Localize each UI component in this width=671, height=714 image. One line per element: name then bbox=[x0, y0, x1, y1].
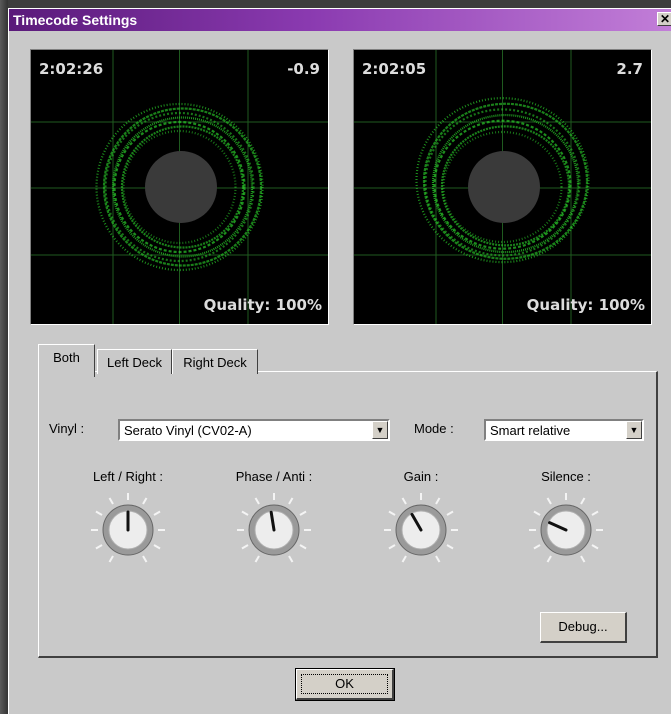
knob-tick bbox=[591, 510, 599, 516]
right-scope-pitch-value: 2.7 bbox=[616, 60, 643, 78]
window-title: Timecode Settings bbox=[13, 12, 138, 28]
knob-tick bbox=[95, 544, 103, 550]
right-scope-time: 2:02:05 bbox=[362, 60, 427, 78]
phase-anti-knob[interactable] bbox=[234, 490, 314, 570]
mode-label: Mode : bbox=[414, 421, 454, 436]
knob-tick bbox=[580, 497, 586, 505]
knob-tick bbox=[435, 497, 441, 505]
tab-left-deck[interactable]: Left Deck bbox=[97, 349, 172, 374]
gain-knob[interactable] bbox=[381, 490, 461, 570]
knob-tick bbox=[546, 497, 552, 505]
mode-select-value: Smart relative bbox=[490, 423, 571, 438]
knob-tick bbox=[401, 555, 407, 563]
knob-tick bbox=[546, 555, 552, 563]
settings-panel: Vinyl : Serato Vinyl (CV02-A) ▼ Mode : S… bbox=[38, 371, 658, 658]
debug-button-label: Debug... bbox=[558, 619, 608, 634]
ok-button[interactable]: OK bbox=[295, 668, 395, 701]
close-button[interactable]: ✕ bbox=[657, 12, 671, 26]
tab-right-deck-label: Right Deck bbox=[183, 355, 247, 370]
knob-tick bbox=[288, 497, 294, 505]
silence-knob-label: Silence : bbox=[541, 469, 591, 484]
debug-button[interactable]: Debug... bbox=[540, 612, 627, 643]
chevron-down-icon[interactable]: ▼ bbox=[626, 421, 642, 439]
vinyl-select[interactable]: Serato Vinyl (CV02-A) ▼ bbox=[118, 419, 390, 441]
left-deck-scope: 2:02:26 -0.9 Quality: 100% bbox=[30, 49, 329, 325]
mode-select[interactable]: Smart relative ▼ bbox=[484, 419, 644, 441]
desktop-background bbox=[0, 0, 8, 714]
knob-tick bbox=[388, 544, 396, 550]
knob-tick bbox=[108, 555, 114, 563]
knob-tick bbox=[142, 555, 148, 563]
knob-tick bbox=[241, 544, 249, 550]
knob-tick bbox=[95, 510, 103, 516]
vinyl-label: Vinyl : bbox=[49, 421, 85, 436]
knob-tick bbox=[299, 544, 307, 550]
silence-knob[interactable] bbox=[526, 490, 606, 570]
scope-center-disc bbox=[145, 151, 217, 223]
left-scope-display bbox=[31, 50, 328, 324]
knob-tick bbox=[288, 555, 294, 563]
left-scope-quality: Quality: 100% bbox=[203, 296, 322, 314]
vinyl-select-value: Serato Vinyl (CV02-A) bbox=[124, 423, 252, 438]
knob-tick bbox=[435, 555, 441, 563]
knob-tick bbox=[108, 497, 114, 505]
knob-tick bbox=[591, 544, 599, 550]
knob-tick bbox=[401, 497, 407, 505]
left-scope-pitch-value: -0.9 bbox=[287, 60, 320, 78]
knob-tick bbox=[299, 510, 307, 516]
chevron-down-icon[interactable]: ▼ bbox=[372, 421, 388, 439]
right-scope-display bbox=[354, 50, 651, 324]
tab-left-deck-label: Left Deck bbox=[107, 355, 162, 370]
knob-tick bbox=[388, 510, 396, 516]
left-right-knob[interactable] bbox=[88, 490, 168, 570]
knob-tick bbox=[153, 544, 161, 550]
knob-tick bbox=[533, 544, 541, 550]
tab-both-label: Both bbox=[53, 350, 80, 365]
knob-tick bbox=[142, 497, 148, 505]
scope-center-disc bbox=[468, 151, 540, 223]
title-bar[interactable]: Timecode Settings ✕ bbox=[9, 9, 671, 31]
knob-tick bbox=[446, 544, 454, 550]
knob-tick bbox=[254, 555, 260, 563]
knob-tick bbox=[241, 510, 249, 516]
tab-both[interactable]: Both bbox=[38, 344, 95, 377]
tab-right-deck[interactable]: Right Deck bbox=[172, 349, 258, 374]
knob-tick bbox=[254, 497, 260, 505]
left-scope-time: 2:02:26 bbox=[39, 60, 104, 78]
close-icon: ✕ bbox=[659, 12, 671, 26]
focus-ring bbox=[301, 674, 388, 694]
left-right-knob-label: Left / Right : bbox=[92, 469, 164, 484]
phase-anti-knob-label: Phase / Anti : bbox=[235, 469, 313, 484]
timecode-settings-dialog: Timecode Settings ✕ 2:02:26 -0.9 Quality… bbox=[8, 8, 671, 714]
knob-tick bbox=[533, 510, 541, 516]
knob-tick bbox=[580, 555, 586, 563]
right-scope-quality: Quality: 100% bbox=[526, 296, 645, 314]
right-deck-scope: 2:02:05 2.7 Quality: 100% bbox=[353, 49, 652, 325]
gain-knob-label: Gain : bbox=[403, 469, 439, 484]
knob-tick bbox=[153, 510, 161, 516]
knob-tick bbox=[446, 510, 454, 516]
